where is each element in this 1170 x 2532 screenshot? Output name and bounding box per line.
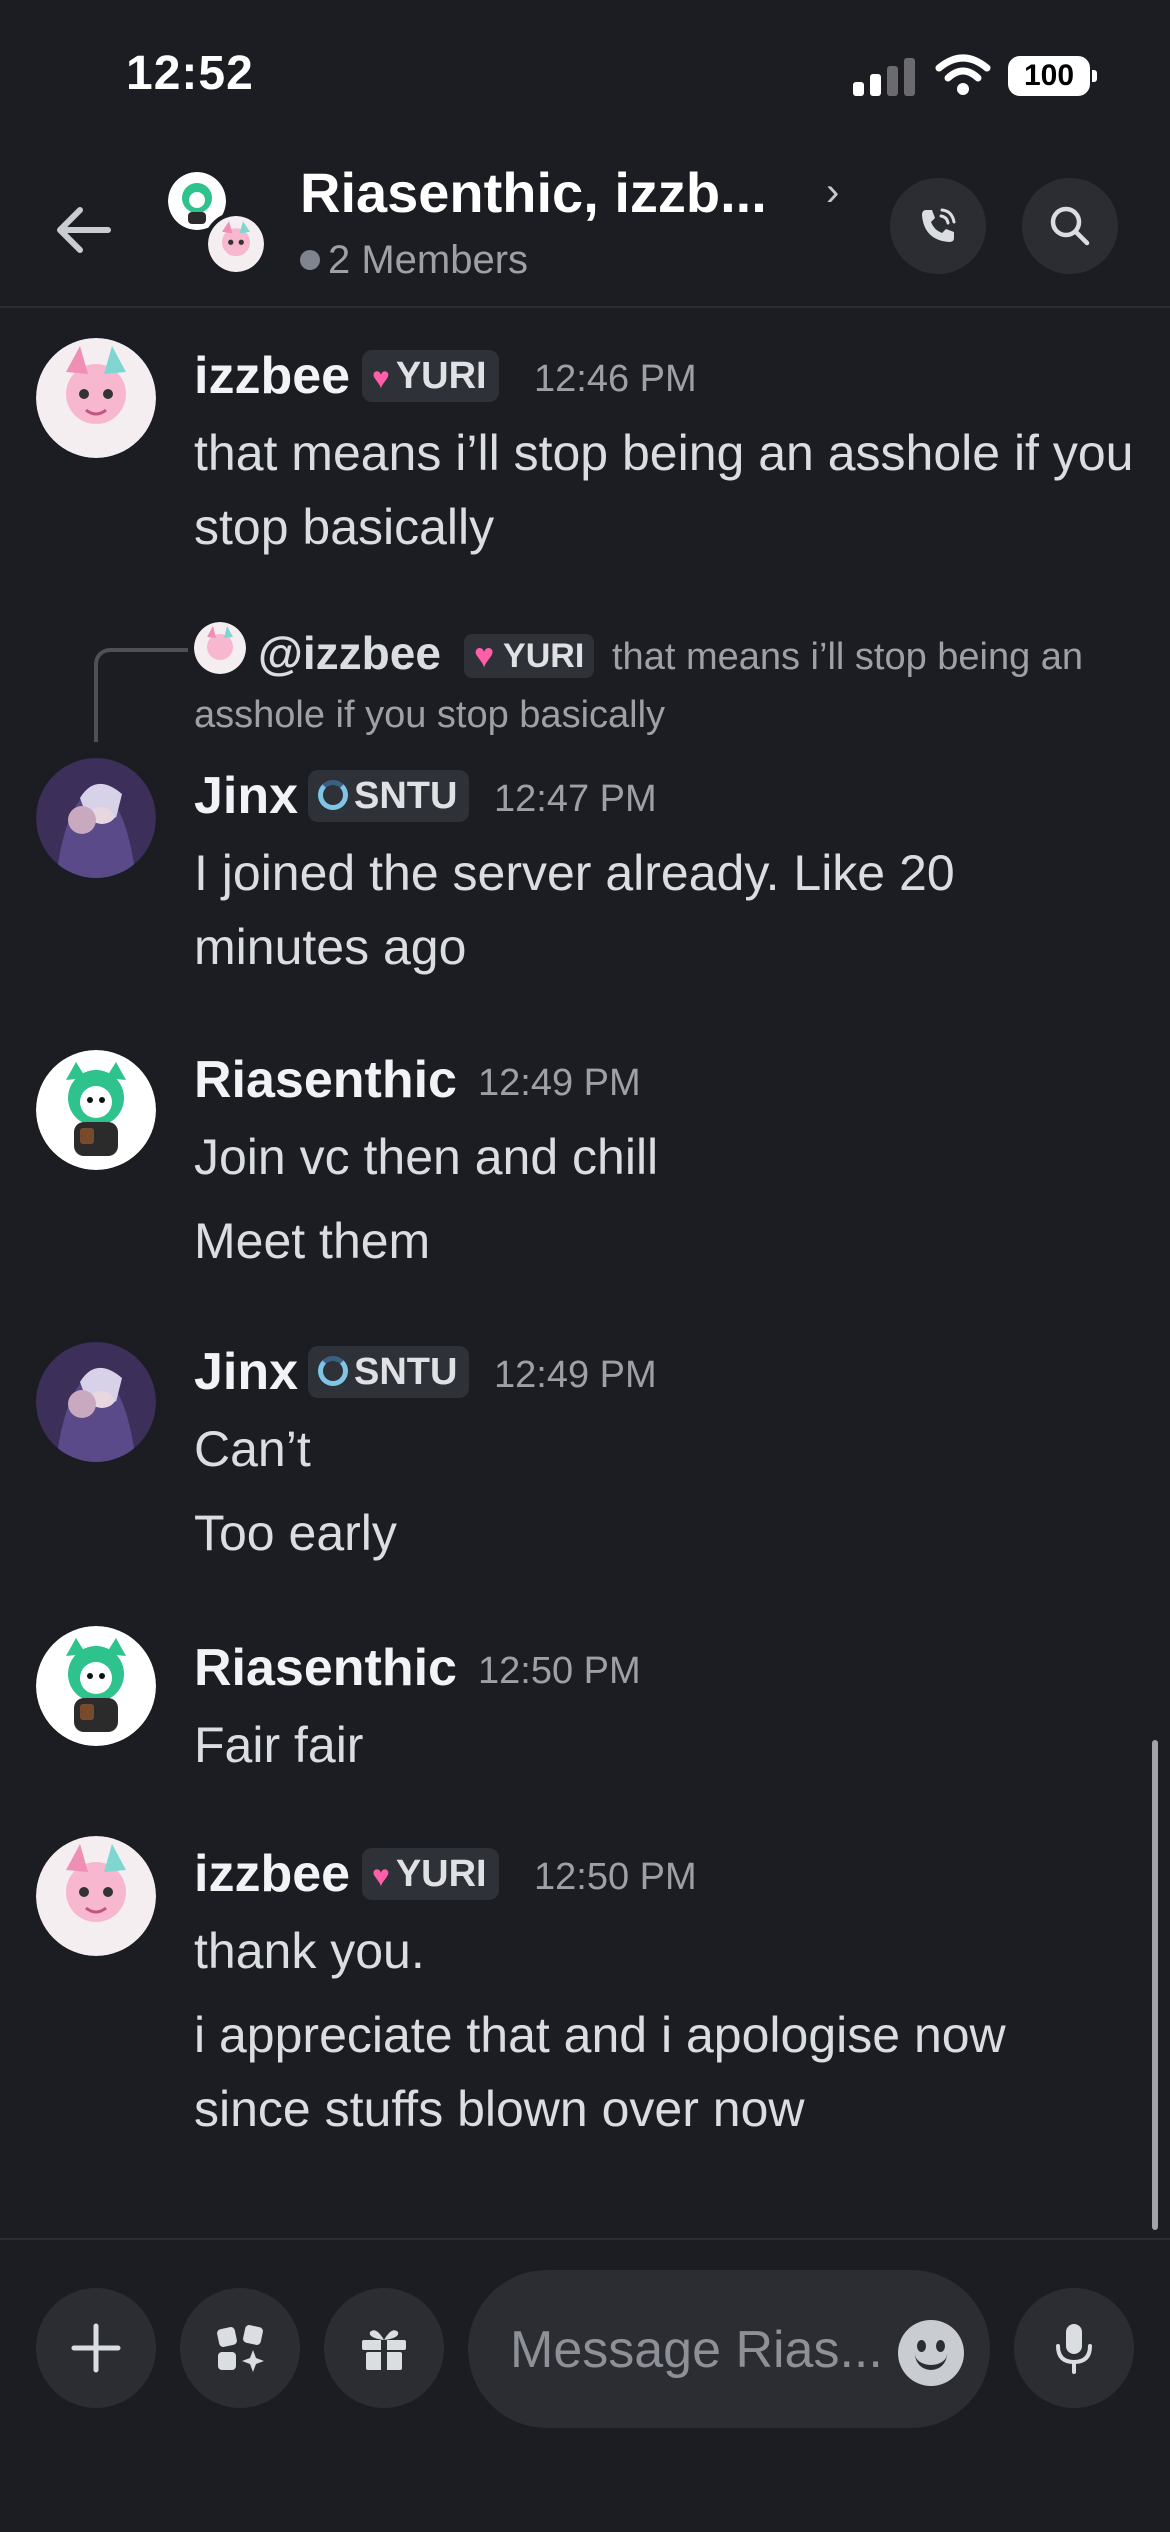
chat-title[interactable]: Riasenthic, izzb... xyxy=(300,160,767,225)
heart-icon: ♥ xyxy=(372,362,390,395)
wifi-icon xyxy=(935,54,991,95)
role-tag[interactable]: ♥ YURI xyxy=(362,350,499,402)
message-text: i appreciate that and i apologise now si… xyxy=(194,2007,1006,2137)
voice-message-button[interactable] xyxy=(1014,2288,1134,2408)
apps-icon xyxy=(217,2325,264,2372)
chat-header: Riasenthic, izzb... › 2 Members xyxy=(0,150,1170,308)
gift-icon xyxy=(362,2330,406,2370)
message-composer: Message Rias... xyxy=(0,2238,1170,2532)
timestamp: 12:49 PM xyxy=(478,1062,641,1104)
message[interactable]: Jinx SNTU 12:49 PM Can’t Too early xyxy=(0,1342,1170,1572)
battery-indicator: 100 xyxy=(1008,56,1097,96)
emoji-icon[interactable] xyxy=(898,2320,964,2386)
message-text: Fair fair xyxy=(194,1717,364,1773)
group-avatar[interactable] xyxy=(168,172,278,282)
role-tag-label: SNTU xyxy=(354,1351,458,1393)
author-name[interactable]: Jinx xyxy=(194,1342,298,1402)
avatar-izzbee-small xyxy=(204,212,268,276)
timestamp: 12:49 PM xyxy=(494,1354,657,1396)
author-name[interactable]: Jinx xyxy=(194,766,298,826)
scrollbar[interactable] xyxy=(1152,1740,1158,2230)
message[interactable]: izzbee ♥ YURI 12:46 PM that means i’ll st… xyxy=(0,338,1170,568)
message-text: Join vc then and chill xyxy=(194,1129,659,1185)
reply-role-tag: ♥ YURI xyxy=(464,634,595,678)
role-tag-label: YURI xyxy=(395,355,487,397)
status-time: 12:52 xyxy=(126,47,254,100)
avatar[interactable] xyxy=(36,1342,156,1462)
author-name[interactable]: Riasenthic xyxy=(194,1050,457,1110)
reply-preview-text[interactable]: that means i’ll stop being an xyxy=(612,636,1083,679)
avatar[interactable] xyxy=(36,338,156,458)
member-count: 2 Members xyxy=(300,238,528,283)
message[interactable]: izzbee ♥ YURI 12:50 PM thank you. i appre… xyxy=(0,1836,1170,2156)
author-name[interactable]: Riasenthic xyxy=(194,1638,457,1698)
message[interactable]: Riasenthic 12:49 PM Join vc then and chi… xyxy=(0,1050,1170,1280)
message-text: that means i’ll stop being an asshole if… xyxy=(194,425,1134,555)
apps-button[interactable] xyxy=(180,2288,300,2408)
attach-button[interactable] xyxy=(36,2288,156,2408)
gift-button[interactable] xyxy=(324,2288,444,2408)
moon-icon xyxy=(318,1356,348,1386)
message-text: Meet them xyxy=(194,1213,431,1269)
reply-avatar[interactable] xyxy=(194,622,246,674)
message-text: thank you. xyxy=(194,1923,425,1979)
reply-preview-text-continued[interactable]: asshole if you stop basically xyxy=(194,694,665,737)
message-text: Too early xyxy=(194,1505,397,1561)
reply-role-tag-label: YURI xyxy=(503,637,585,675)
phone-call-icon xyxy=(922,208,956,242)
role-tag-label: SNTU xyxy=(354,775,458,817)
role-tag-label: YURI xyxy=(395,1853,487,1895)
role-tag[interactable]: SNTU xyxy=(308,1346,470,1398)
timestamp: 12:50 PM xyxy=(478,1650,641,1692)
role-tag[interactable]: ♥ YURI xyxy=(362,1848,499,1900)
message-text: Can’t xyxy=(194,1421,311,1477)
message-input-placeholder: Message Rias... xyxy=(510,2321,883,2379)
reply-author[interactable]: @izzbee xyxy=(258,626,441,680)
timestamp: 12:50 PM xyxy=(534,1856,697,1898)
avatar[interactable] xyxy=(36,1836,156,1956)
search-button[interactable] xyxy=(1022,178,1118,274)
reply-connector xyxy=(94,648,188,742)
microphone-icon xyxy=(1056,2324,1092,2374)
message-text: I joined the server already. Like 20 min… xyxy=(194,845,955,975)
author-name[interactable]: izzbee xyxy=(194,346,350,406)
avatar[interactable] xyxy=(36,1626,156,1746)
role-tag[interactable]: SNTU xyxy=(308,770,470,822)
author-name[interactable]: izzbee xyxy=(194,1844,350,1904)
message[interactable]: Jinx SNTU 12:47 PM I joined the server a… xyxy=(0,758,1170,988)
message[interactable]: Riasenthic 12:50 PM Fair fair xyxy=(0,1626,1170,1773)
moon-icon xyxy=(318,780,348,810)
timestamp: 12:47 PM xyxy=(494,778,657,820)
heart-icon: ♥ xyxy=(372,1860,390,1893)
status-bar: 12:52 100 xyxy=(0,0,1170,150)
search-icon xyxy=(1050,206,1090,246)
member-count-label: 2 Members xyxy=(328,238,529,282)
cellular-signal-icon xyxy=(853,58,915,96)
call-button[interactable] xyxy=(890,178,986,274)
heart-icon: ♥ xyxy=(474,637,495,675)
message-input[interactable]: Message Rias... xyxy=(468,2270,990,2428)
back-arrow-icon[interactable] xyxy=(48,194,120,266)
timestamp: 12:46 PM xyxy=(534,358,697,400)
chevron-right-icon[interactable]: › xyxy=(826,170,839,215)
status-dot-icon xyxy=(300,250,320,270)
avatar[interactable] xyxy=(36,758,156,878)
plus-icon xyxy=(71,2323,121,2373)
avatar[interactable] xyxy=(36,1050,156,1170)
